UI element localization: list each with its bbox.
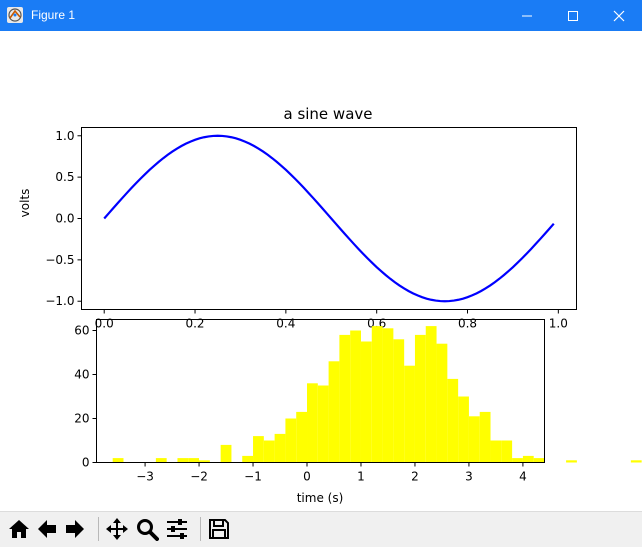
minimize-button[interactable]	[504, 0, 550, 31]
configure-subplots-icon	[167, 519, 187, 539]
figure-svg: a sine wave volts 0.0 0.2 0.4 0.6 0.8 1.0−1.0…	[18, 105, 642, 505]
histogram-bar	[425, 326, 437, 463]
histogram-xtick-label: 2	[411, 470, 419, 484]
histogram-bar	[188, 458, 200, 463]
figure-canvas[interactable]: a sine wave volts 0.0 0.2 0.4 0.6 0.8 1.0 −1.0…	[0, 31, 642, 511]
maximize-button[interactable]	[550, 0, 596, 31]
histogram-bar	[630, 460, 642, 463]
histogram-bar	[490, 440, 502, 463]
maximize-icon	[568, 10, 578, 21]
histogram-bar	[382, 328, 394, 463]
histogram-xtick-label: −3	[136, 470, 154, 484]
histogram-ytick-label: 60	[74, 324, 89, 338]
toolbar-separator	[200, 517, 201, 541]
histogram-bar	[155, 458, 167, 463]
histogram-bar	[393, 339, 405, 463]
sine-xtick-label: 1.0	[549, 317, 568, 331]
forward-icon	[66, 520, 84, 538]
sine-ytick-label: −1.0	[45, 294, 74, 308]
sine-title: a sine wave	[283, 105, 372, 123]
zoom-button[interactable]	[134, 516, 160, 542]
histogram-bar	[533, 458, 545, 463]
sine-axes: a sine wave volts 0.0 0.2 0.4 0.6 0.8 1.0−1.0…	[18, 105, 577, 331]
toolbar-separator	[98, 517, 99, 541]
histogram-bar	[468, 416, 480, 463]
histogram-bar	[307, 383, 318, 463]
sine-axes-frame	[81, 127, 577, 310]
back-icon	[38, 520, 56, 538]
home-icon	[9, 520, 29, 538]
histogram-bar	[404, 365, 415, 463]
histogram-bar	[479, 411, 491, 463]
histogram-bar	[177, 458, 189, 463]
sine-series-line	[103, 134, 555, 303]
histogram-xtick-label: 1	[357, 470, 365, 484]
close-icon	[613, 10, 625, 21]
histogram-bar	[253, 436, 264, 463]
histogram-bar	[339, 334, 351, 463]
histogram-bar	[501, 440, 513, 463]
back-button[interactable]	[34, 516, 60, 542]
histogram-bar	[220, 444, 232, 463]
histogram-bar	[274, 433, 286, 463]
histogram-bar	[328, 361, 340, 463]
histogram-bars	[112, 326, 642, 463]
sine-ylabel: volts	[18, 189, 32, 218]
histogram-bar	[263, 440, 275, 463]
histogram-bar	[447, 378, 459, 463]
histogram-bar	[317, 385, 329, 463]
title-bar: Figure 1	[0, 0, 642, 31]
sine-xtick-label: 0.0	[95, 317, 114, 331]
histogram-bar	[112, 458, 124, 463]
histogram-xtick-label: −1	[244, 470, 262, 484]
save-icon	[209, 519, 229, 539]
sine-ytick-label: 0.0	[55, 212, 74, 226]
window-title: Figure 1	[31, 8, 76, 22]
sine-ytick-label: −0.5	[45, 253, 74, 267]
histogram-bar	[242, 455, 254, 463]
histogram-ytick-label: 0	[82, 456, 90, 470]
histogram-bar	[371, 326, 383, 463]
pan-button[interactable]	[104, 516, 130, 542]
histogram-xtick-label: 3	[465, 470, 473, 484]
sine-ytick-label: 1.0	[55, 129, 74, 143]
histogram-xtick-label: −2	[190, 470, 208, 484]
sine-xtick-label: 0.2	[185, 317, 204, 331]
histogram-ytick-label: 40	[74, 368, 89, 382]
sine-ticks: 0.0 0.2 0.4 0.6 0.8 1.0−1.0−0.50.00.51.0	[45, 129, 568, 331]
histogram-ytick-label: 20	[74, 412, 89, 426]
zoom-icon	[137, 519, 159, 541]
histogram-xtick-label: 0	[303, 470, 311, 484]
histogram-bar	[566, 460, 577, 463]
histogram-xtick-label: 4	[519, 470, 527, 484]
sine-ytick-label: 0.5	[55, 170, 74, 184]
sine-xtick-label: 0.4	[276, 317, 295, 331]
histogram-xlabel: time (s)	[297, 491, 344, 505]
home-button[interactable]	[6, 516, 32, 542]
histogram-bar	[458, 396, 469, 463]
sine-xtick-label: 0.8	[458, 317, 477, 331]
histogram-bar	[436, 343, 448, 463]
histogram-bar	[512, 458, 523, 463]
histogram-bar	[360, 341, 372, 463]
histogram-axes: −3 −2 −1 0 1 2 3 40204060 time (s)	[74, 319, 642, 505]
configure-subplots-button[interactable]	[164, 516, 190, 542]
histogram-bar	[522, 455, 534, 463]
save-button[interactable]	[206, 516, 232, 542]
histogram-bar	[296, 411, 308, 463]
histogram-bar	[414, 334, 426, 463]
figure-app-icon	[7, 7, 23, 23]
histogram-bar	[350, 330, 361, 463]
close-button[interactable]	[596, 0, 642, 31]
pan-icon	[106, 518, 128, 540]
histogram-bar	[285, 418, 297, 463]
forward-button[interactable]	[62, 516, 88, 542]
minimize-icon	[522, 15, 532, 16]
navigation-toolbar	[0, 511, 642, 547]
